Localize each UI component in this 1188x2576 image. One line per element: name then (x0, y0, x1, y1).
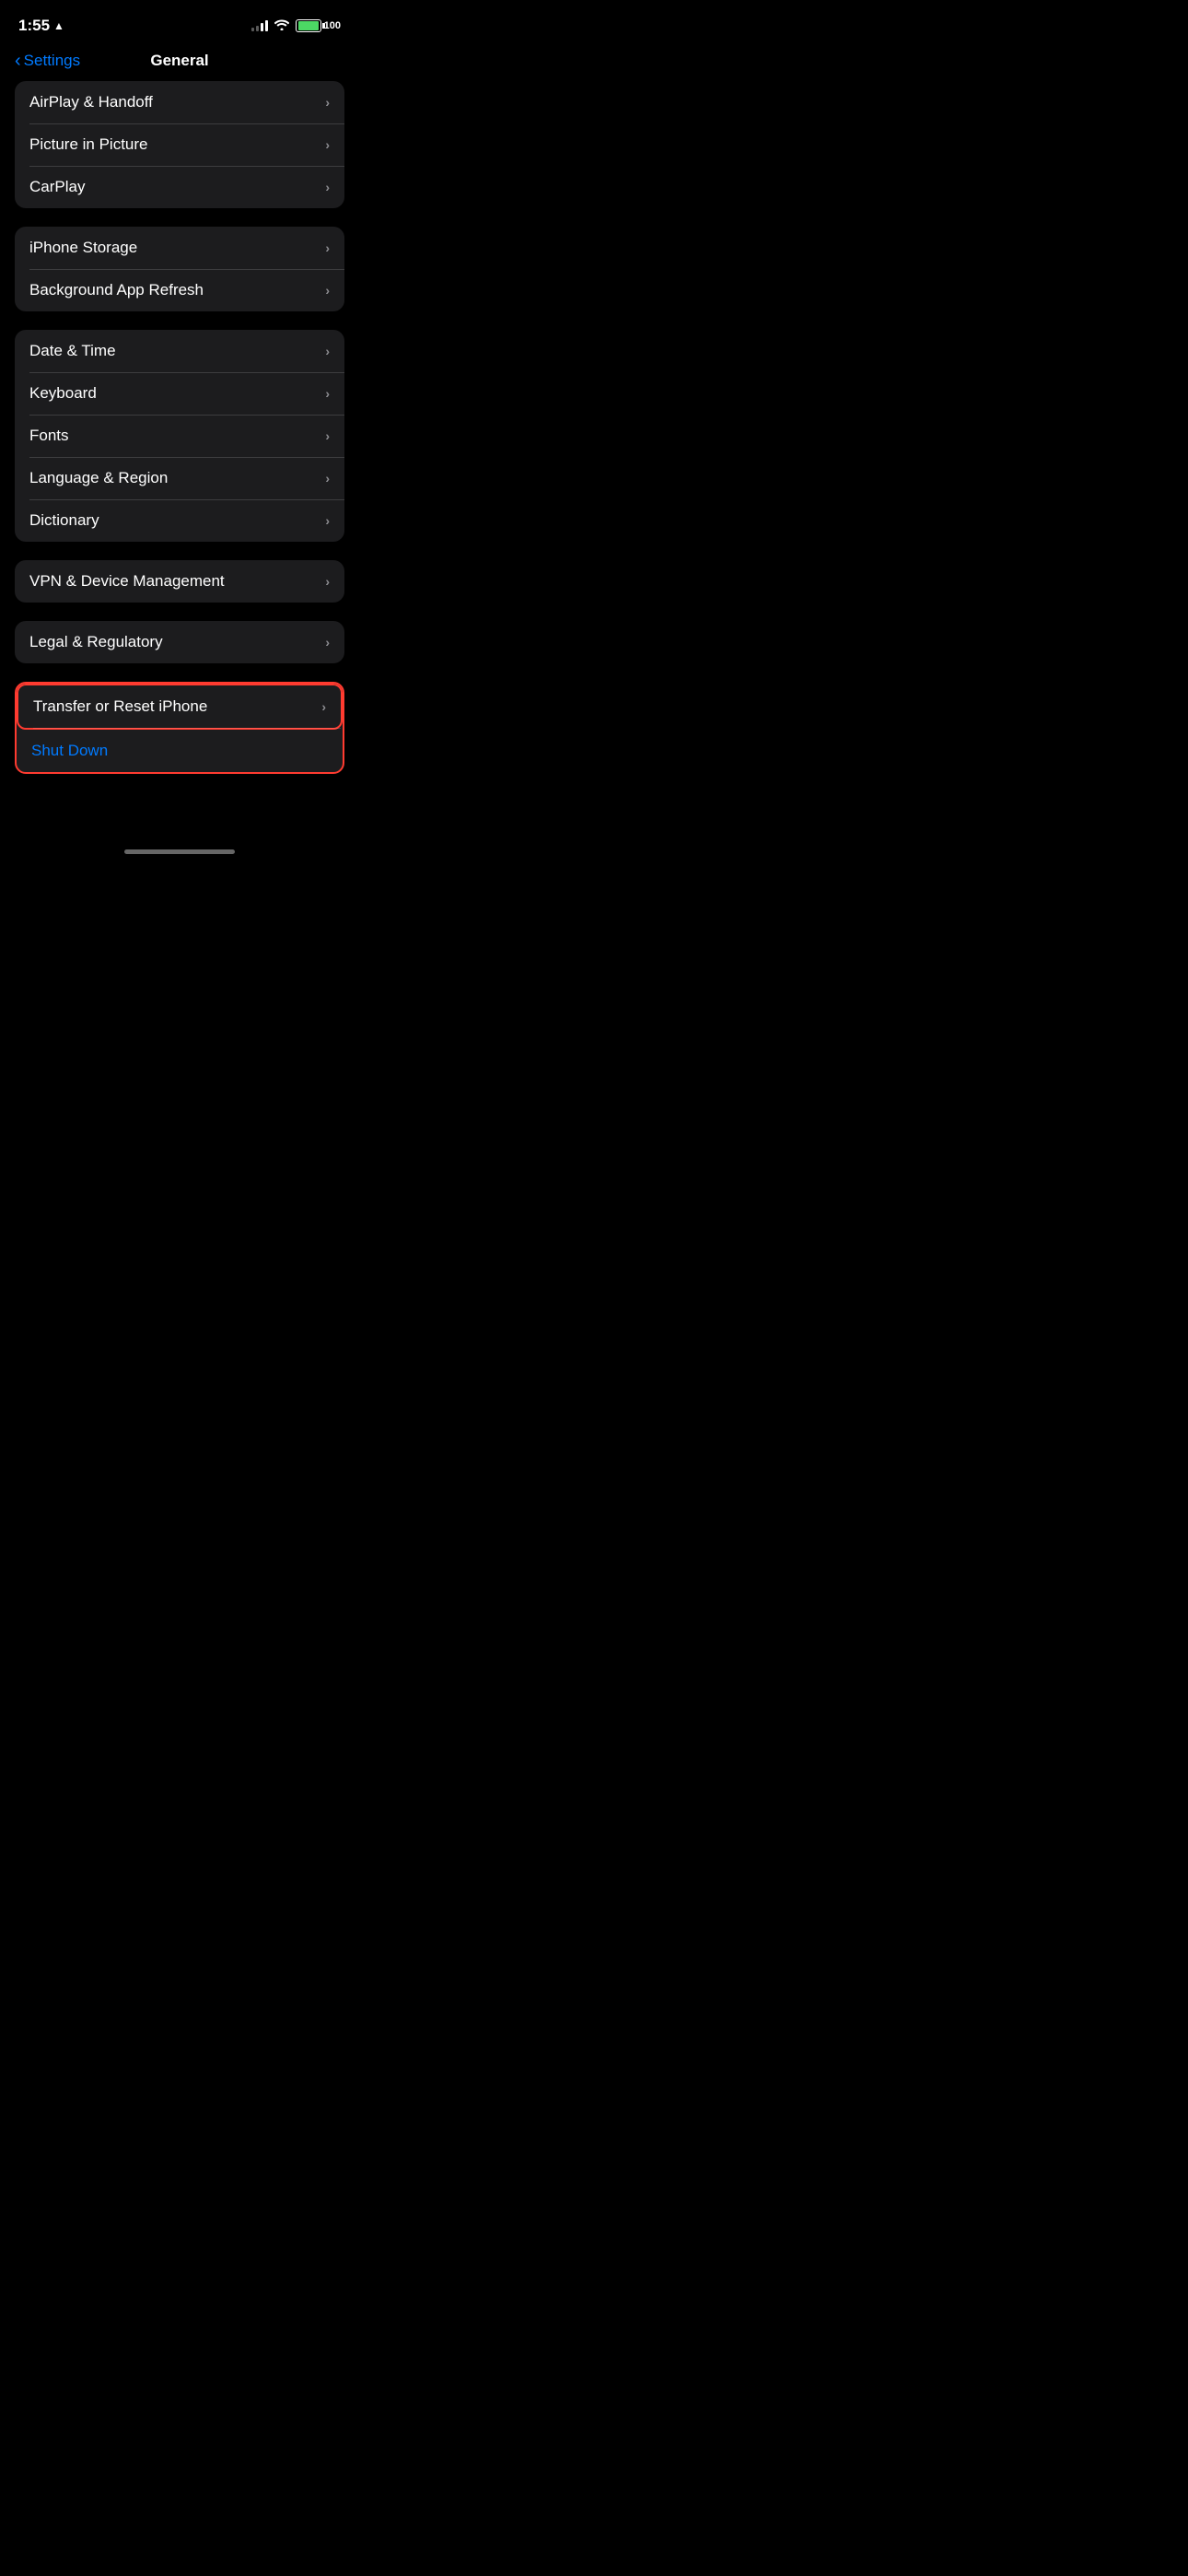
keyboard-chevron: › (325, 386, 330, 401)
language-region-label: Language & Region (29, 469, 168, 487)
date-time-chevron: › (325, 344, 330, 358)
time-label: 1:55 (18, 17, 50, 35)
row-picture-in-picture[interactable]: Picture in Picture › (15, 123, 344, 166)
legal-regulatory-right: › (325, 635, 330, 650)
signal-bar-1 (251, 28, 254, 31)
background-app-refresh-label: Background App Refresh (29, 281, 204, 299)
language-region-chevron: › (325, 471, 330, 486)
battery-fill (298, 21, 319, 30)
carplay-chevron: › (325, 180, 330, 194)
language-region-right: › (325, 471, 330, 486)
background-app-refresh-chevron: › (325, 283, 330, 298)
fonts-right: › (325, 428, 330, 443)
iphone-storage-chevron: › (325, 240, 330, 255)
row-carplay[interactable]: CarPlay › (15, 166, 344, 208)
group-transfer: Transfer or Reset iPhone › Shut Down (15, 682, 344, 774)
row-legal-regulatory[interactable]: Legal & Regulatory › (15, 621, 344, 663)
back-label: Settings (24, 52, 80, 70)
picture-in-picture-chevron: › (325, 137, 330, 152)
group-vpn: VPN & Device Management › (15, 560, 344, 603)
battery-container: 100 (296, 19, 341, 32)
row-shut-down[interactable]: Shut Down (17, 730, 343, 772)
signal-bar-4 (265, 20, 268, 31)
row-background-app-refresh[interactable]: Background App Refresh › (15, 269, 344, 311)
wifi-icon (274, 18, 289, 33)
vpn-device-management-chevron: › (325, 574, 330, 589)
dictionary-label: Dictionary (29, 511, 99, 530)
row-transfer-reset[interactable]: Transfer or Reset iPhone › (17, 684, 343, 730)
row-airplay-handoff[interactable]: AirPlay & Handoff › (15, 81, 344, 123)
airplay-handoff-label: AirPlay & Handoff (29, 93, 153, 111)
page-title: General (150, 52, 208, 70)
airplay-handoff-right: › (325, 95, 330, 110)
keyboard-right: › (325, 386, 330, 401)
shut-down-label: Shut Down (31, 742, 108, 760)
airplay-handoff-chevron: › (325, 95, 330, 110)
row-language-region[interactable]: Language & Region › (15, 457, 344, 499)
row-date-time[interactable]: Date & Time › (15, 330, 344, 372)
transfer-reset-chevron: › (321, 699, 326, 714)
carplay-label: CarPlay (29, 178, 85, 196)
battery-label: 100 (324, 20, 341, 31)
carplay-right: › (325, 180, 330, 194)
legal-regulatory-chevron: › (325, 635, 330, 650)
date-time-right: › (325, 344, 330, 358)
fonts-chevron: › (325, 428, 330, 443)
location-icon: ▲ (53, 19, 64, 32)
transfer-reset-right: › (321, 699, 326, 714)
home-bar (124, 849, 235, 854)
group-airplay: AirPlay & Handoff › Picture in Picture ›… (15, 81, 344, 208)
group-legal: Legal & Regulatory › (15, 621, 344, 663)
iphone-storage-right: › (325, 240, 330, 255)
iphone-storage-label: iPhone Storage (29, 239, 137, 257)
row-dictionary[interactable]: Dictionary › (15, 499, 344, 542)
row-keyboard[interactable]: Keyboard › (15, 372, 344, 415)
date-time-label: Date & Time (29, 342, 116, 360)
keyboard-label: Keyboard (29, 384, 97, 403)
transfer-reset-label: Transfer or Reset iPhone (33, 697, 207, 716)
battery-icon (296, 19, 321, 32)
home-indicator (0, 838, 359, 861)
status-bar: 1:55 ▲ 100 (0, 0, 359, 46)
group-language: Date & Time › Keyboard › Fonts › Languag… (15, 330, 344, 542)
legal-regulatory-label: Legal & Regulatory (29, 633, 163, 651)
dictionary-right: › (325, 513, 330, 528)
status-time: 1:55 ▲ (18, 17, 64, 35)
back-chevron-icon: ‹ (15, 52, 21, 70)
back-button[interactable]: ‹ Settings (15, 52, 80, 70)
status-right: 100 (251, 18, 341, 33)
nav-bar: ‹ Settings General (0, 46, 359, 81)
signal-bars (251, 20, 268, 31)
picture-in-picture-right: › (325, 137, 330, 152)
row-fonts[interactable]: Fonts › (15, 415, 344, 457)
vpn-device-management-label: VPN & Device Management (29, 572, 225, 591)
group-storage: iPhone Storage › Background App Refresh … (15, 227, 344, 311)
background-app-refresh-right: › (325, 283, 330, 298)
row-vpn-device-management[interactable]: VPN & Device Management › (15, 560, 344, 603)
battery-percent: 100 (324, 20, 341, 31)
fonts-label: Fonts (29, 427, 69, 445)
signal-bar-2 (256, 26, 259, 31)
row-iphone-storage[interactable]: iPhone Storage › (15, 227, 344, 269)
vpn-device-management-right: › (325, 574, 330, 589)
picture-in-picture-label: Picture in Picture (29, 135, 148, 154)
signal-bar-3 (261, 23, 263, 31)
scroll-content: AirPlay & Handoff › Picture in Picture ›… (0, 81, 359, 829)
dictionary-chevron: › (325, 513, 330, 528)
